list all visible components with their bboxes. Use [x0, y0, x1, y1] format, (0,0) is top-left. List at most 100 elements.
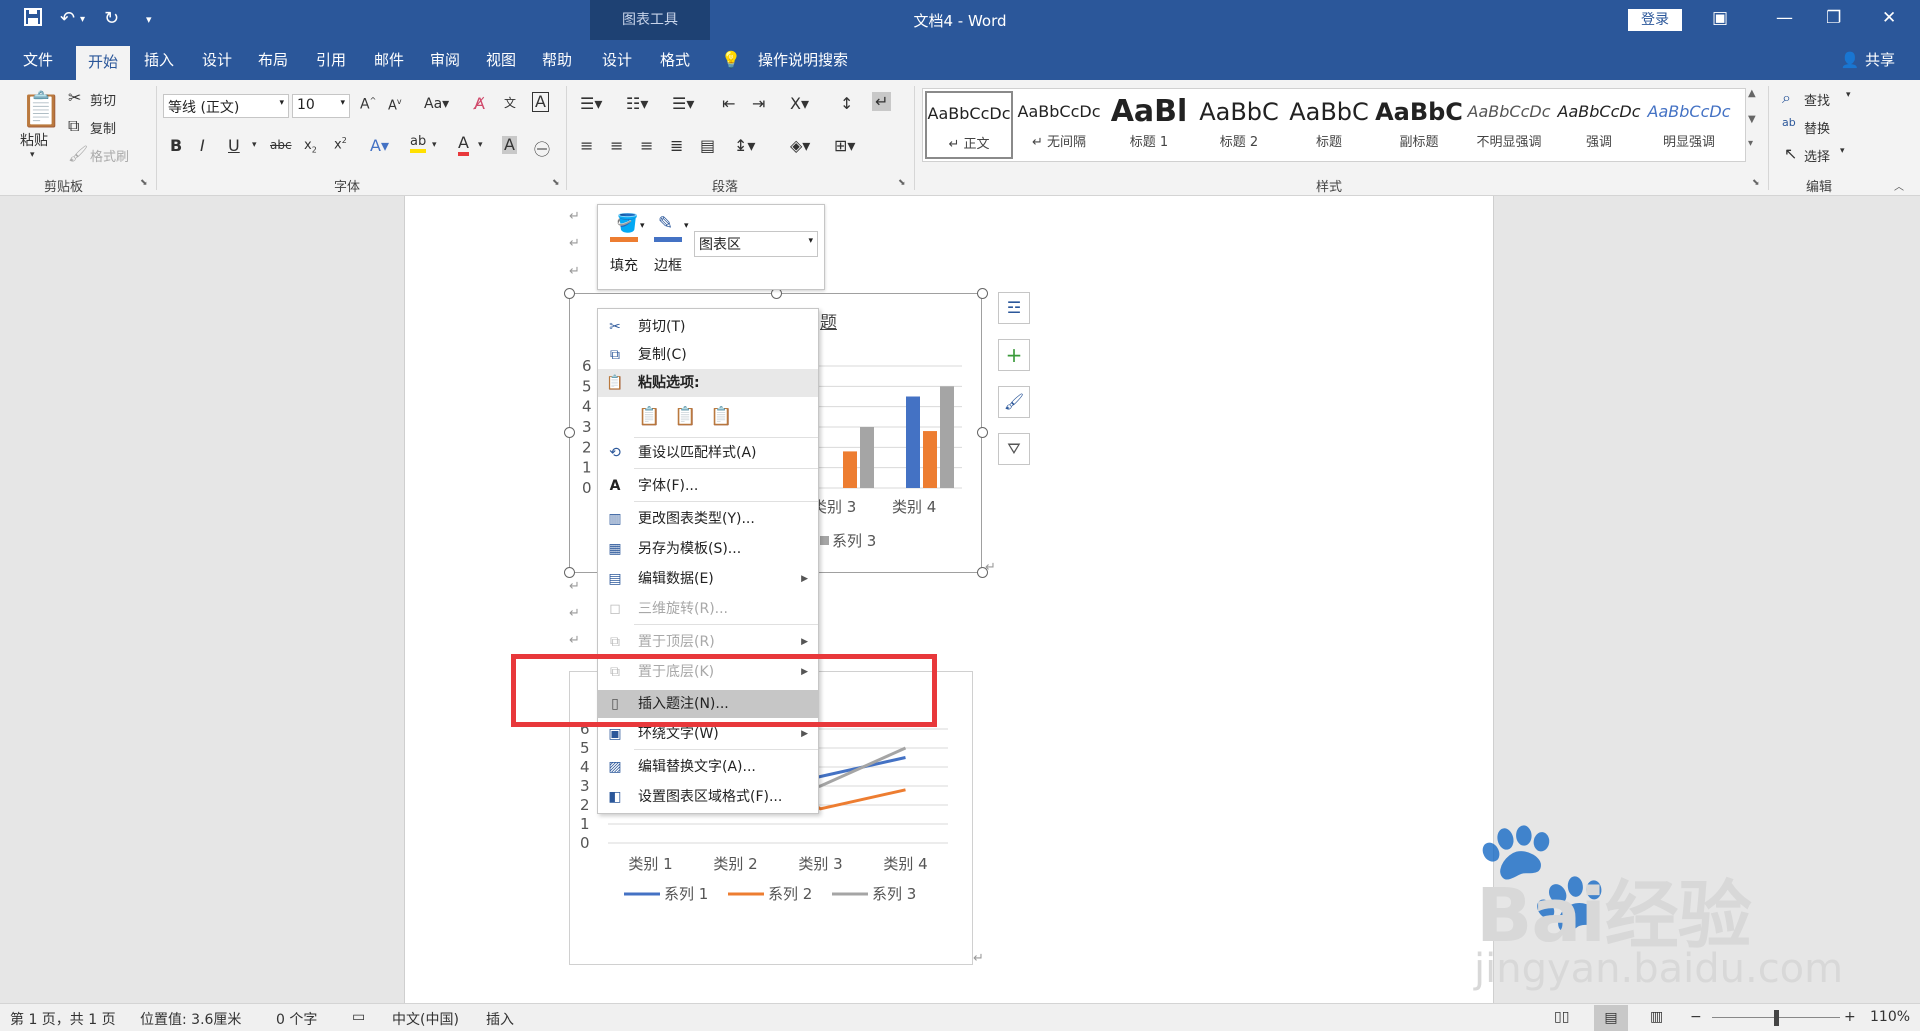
cut-button[interactable]: 剪切	[90, 90, 116, 109]
read-mode-icon[interactable]: ▯▯	[1554, 1009, 1569, 1025]
tell-me-search[interactable]: 操作说明搜索	[748, 40, 858, 80]
paste-button[interactable]: 粘贴	[20, 130, 48, 150]
character-shading-icon[interactable]: A	[502, 136, 517, 154]
chart-title-fragment[interactable]: 题	[820, 308, 837, 333]
chart-element-dropdown[interactable]: 图表区 ▾	[694, 231, 818, 257]
grow-font-icon[interactable]: A^	[360, 96, 376, 113]
enclose-characters-icon[interactable]: ㊀	[534, 136, 550, 160]
style-subtitle[interactable]: AaBbC 副标题	[1375, 91, 1463, 159]
chinese-layout-icon[interactable]: X▾	[790, 94, 809, 113]
resize-handle[interactable]	[977, 288, 988, 299]
distributed-icon[interactable]: ▤	[700, 136, 715, 155]
restore-icon[interactable]: ❐	[1826, 8, 1841, 28]
character-border-icon[interactable]: A	[532, 92, 549, 112]
resize-handle[interactable]	[977, 567, 988, 578]
shrink-font-icon[interactable]: Av	[388, 97, 402, 113]
style-heading-1[interactable]: AaBl 标题 1	[1105, 91, 1193, 159]
tab-review[interactable]: 审阅	[422, 40, 468, 80]
tab-view[interactable]: 视图	[478, 40, 524, 80]
tab-chart-format[interactable]: 格式	[652, 40, 698, 80]
word-count[interactable]: 0 个字	[276, 1009, 317, 1029]
menu-item-cut[interactable]: ✂ 剪切(T)	[598, 313, 818, 341]
resize-handle[interactable]	[564, 427, 575, 438]
menu-item-change-chart-type[interactable]: ▥ 更改图表类型(Y)...	[598, 505, 818, 533]
italic-icon[interactable]: I	[200, 136, 205, 155]
paste-use-destination-theme-icon[interactable]: 📋	[638, 403, 660, 431]
close-icon[interactable]: ✕	[1882, 8, 1896, 28]
style-subtle-emphasis[interactable]: AaBbCcDc 不明显强调	[1465, 91, 1553, 159]
paragraph-launcher-icon[interactable]: ⬊	[898, 178, 906, 188]
find-button[interactable]: 查找	[1804, 90, 1830, 109]
collapse-ribbon-icon[interactable]: ︿	[1894, 178, 1904, 193]
zoom-out-icon[interactable]: −	[1690, 1009, 1702, 1025]
select-dropdown-icon[interactable]: ▾	[1840, 146, 1845, 156]
font-name-combo[interactable]: 等线 (正文) ▾	[163, 94, 289, 118]
style-normal[interactable]: AaBbCcDc ↵ 正文	[925, 91, 1013, 159]
share-button[interactable]: 共享	[1862, 40, 1898, 80]
tab-file[interactable]: 文件	[10, 40, 66, 80]
align-center-icon[interactable]: ≡	[610, 136, 623, 155]
show-hide-marks-icon[interactable]: ↵	[872, 92, 892, 111]
gallery-more-icon[interactable]: ▾	[1748, 138, 1753, 149]
borders-icon[interactable]: ⊞▾	[834, 136, 855, 155]
menu-item-reset-style[interactable]: ⟲ 重设以匹配样式(A)	[598, 439, 818, 467]
insert-mode[interactable]: 插入	[486, 1009, 514, 1029]
layout-options-button[interactable]: ☲	[998, 292, 1030, 324]
highlight-color-icon[interactable]: ab	[410, 134, 427, 153]
chart-elements-button[interactable]: +	[998, 339, 1030, 371]
style-emphasis[interactable]: AaBbCcDc 强调	[1555, 91, 1643, 159]
clipboard-launcher-icon[interactable]: ⬊	[140, 178, 148, 188]
tab-layout[interactable]: 布局	[250, 40, 296, 80]
tab-insert[interactable]: 插入	[136, 40, 182, 80]
minimize-icon[interactable]: —	[1776, 8, 1793, 28]
web-layout-icon[interactable]: ▥	[1650, 1009, 1663, 1025]
style-title[interactable]: AaBbC 标题	[1285, 91, 1373, 159]
shading-icon[interactable]: ◈▾	[790, 136, 810, 155]
decrease-indent-icon[interactable]: ⇤	[722, 94, 735, 113]
menu-item-edit-data[interactable]: ▤ 编辑数据(E) ▶	[598, 565, 818, 593]
resize-handle[interactable]	[564, 288, 575, 299]
format-painter-button[interactable]: 格式刷	[90, 146, 129, 165]
line-spacing-icon[interactable]: ↨▾	[734, 136, 755, 155]
paste-icon[interactable]: 📋	[20, 90, 62, 130]
tab-design[interactable]: 设计	[194, 40, 240, 80]
style-heading-2[interactable]: AaBbC 标题 2	[1195, 91, 1283, 159]
gallery-scroll-up-icon[interactable]: ▲	[1748, 88, 1756, 99]
font-size-combo[interactable]: 10 ▾	[292, 94, 350, 118]
zoom-level[interactable]: 110%	[1870, 1009, 1910, 1025]
tab-home[interactable]: 开始	[76, 46, 130, 80]
tab-help[interactable]: 帮助	[534, 40, 580, 80]
superscript-icon[interactable]: x2	[334, 136, 347, 152]
print-layout-icon[interactable]: ▤	[1594, 1005, 1628, 1031]
gallery-scroll-down-icon[interactable]: ▼	[1748, 114, 1756, 125]
bullets-icon[interactable]: ☰▾	[580, 94, 602, 113]
login-button[interactable]: 登录	[1628, 9, 1682, 31]
menu-item-font[interactable]: A 字体(F)...	[598, 472, 818, 500]
align-left-icon[interactable]: ≡	[580, 136, 593, 155]
resize-handle[interactable]	[977, 427, 988, 438]
style-no-spacing[interactable]: AaBbCcDc ↵ 无间隔	[1015, 91, 1103, 159]
align-right-icon[interactable]: ≡	[640, 136, 653, 155]
subscript-icon[interactable]: x2	[304, 138, 317, 155]
chart-styles-button[interactable]: 🖌	[998, 386, 1030, 418]
change-case-icon[interactable]: Aa▾	[424, 96, 449, 112]
underline-dropdown-icon[interactable]: ▾	[252, 140, 257, 150]
find-dropdown-icon[interactable]: ▾	[1846, 90, 1851, 100]
proofing-icon[interactable]: ▭	[352, 1009, 365, 1025]
styles-launcher-icon[interactable]: ⬊	[1752, 178, 1760, 188]
text-effects-icon[interactable]: A▾	[370, 136, 389, 155]
zoom-in-icon[interactable]: +	[1844, 1009, 1856, 1025]
menu-item-format-chart-area[interactable]: ◧ 设置图表区域格式(F)...	[598, 783, 818, 811]
phonetic-guide-icon[interactable]: 文	[504, 94, 516, 111]
language[interactable]: 中文(中国)	[392, 1009, 459, 1029]
tab-mailings[interactable]: 邮件	[366, 40, 412, 80]
replace-button[interactable]: 替换	[1804, 118, 1830, 137]
select-button[interactable]: 选择	[1804, 146, 1830, 165]
numbering-icon[interactable]: ☷▾	[626, 94, 648, 113]
ribbon-display-options-icon[interactable]: ▣	[1712, 8, 1728, 28]
paste-dropdown-icon[interactable]: ▾	[30, 150, 35, 160]
underline-icon[interactable]: U	[228, 136, 240, 155]
clear-formatting-icon[interactable]: A̸	[474, 94, 485, 113]
font-color-dropdown-icon[interactable]: ▾	[478, 140, 483, 150]
page-count[interactable]: 第 1 页，共 1 页	[10, 1009, 116, 1029]
